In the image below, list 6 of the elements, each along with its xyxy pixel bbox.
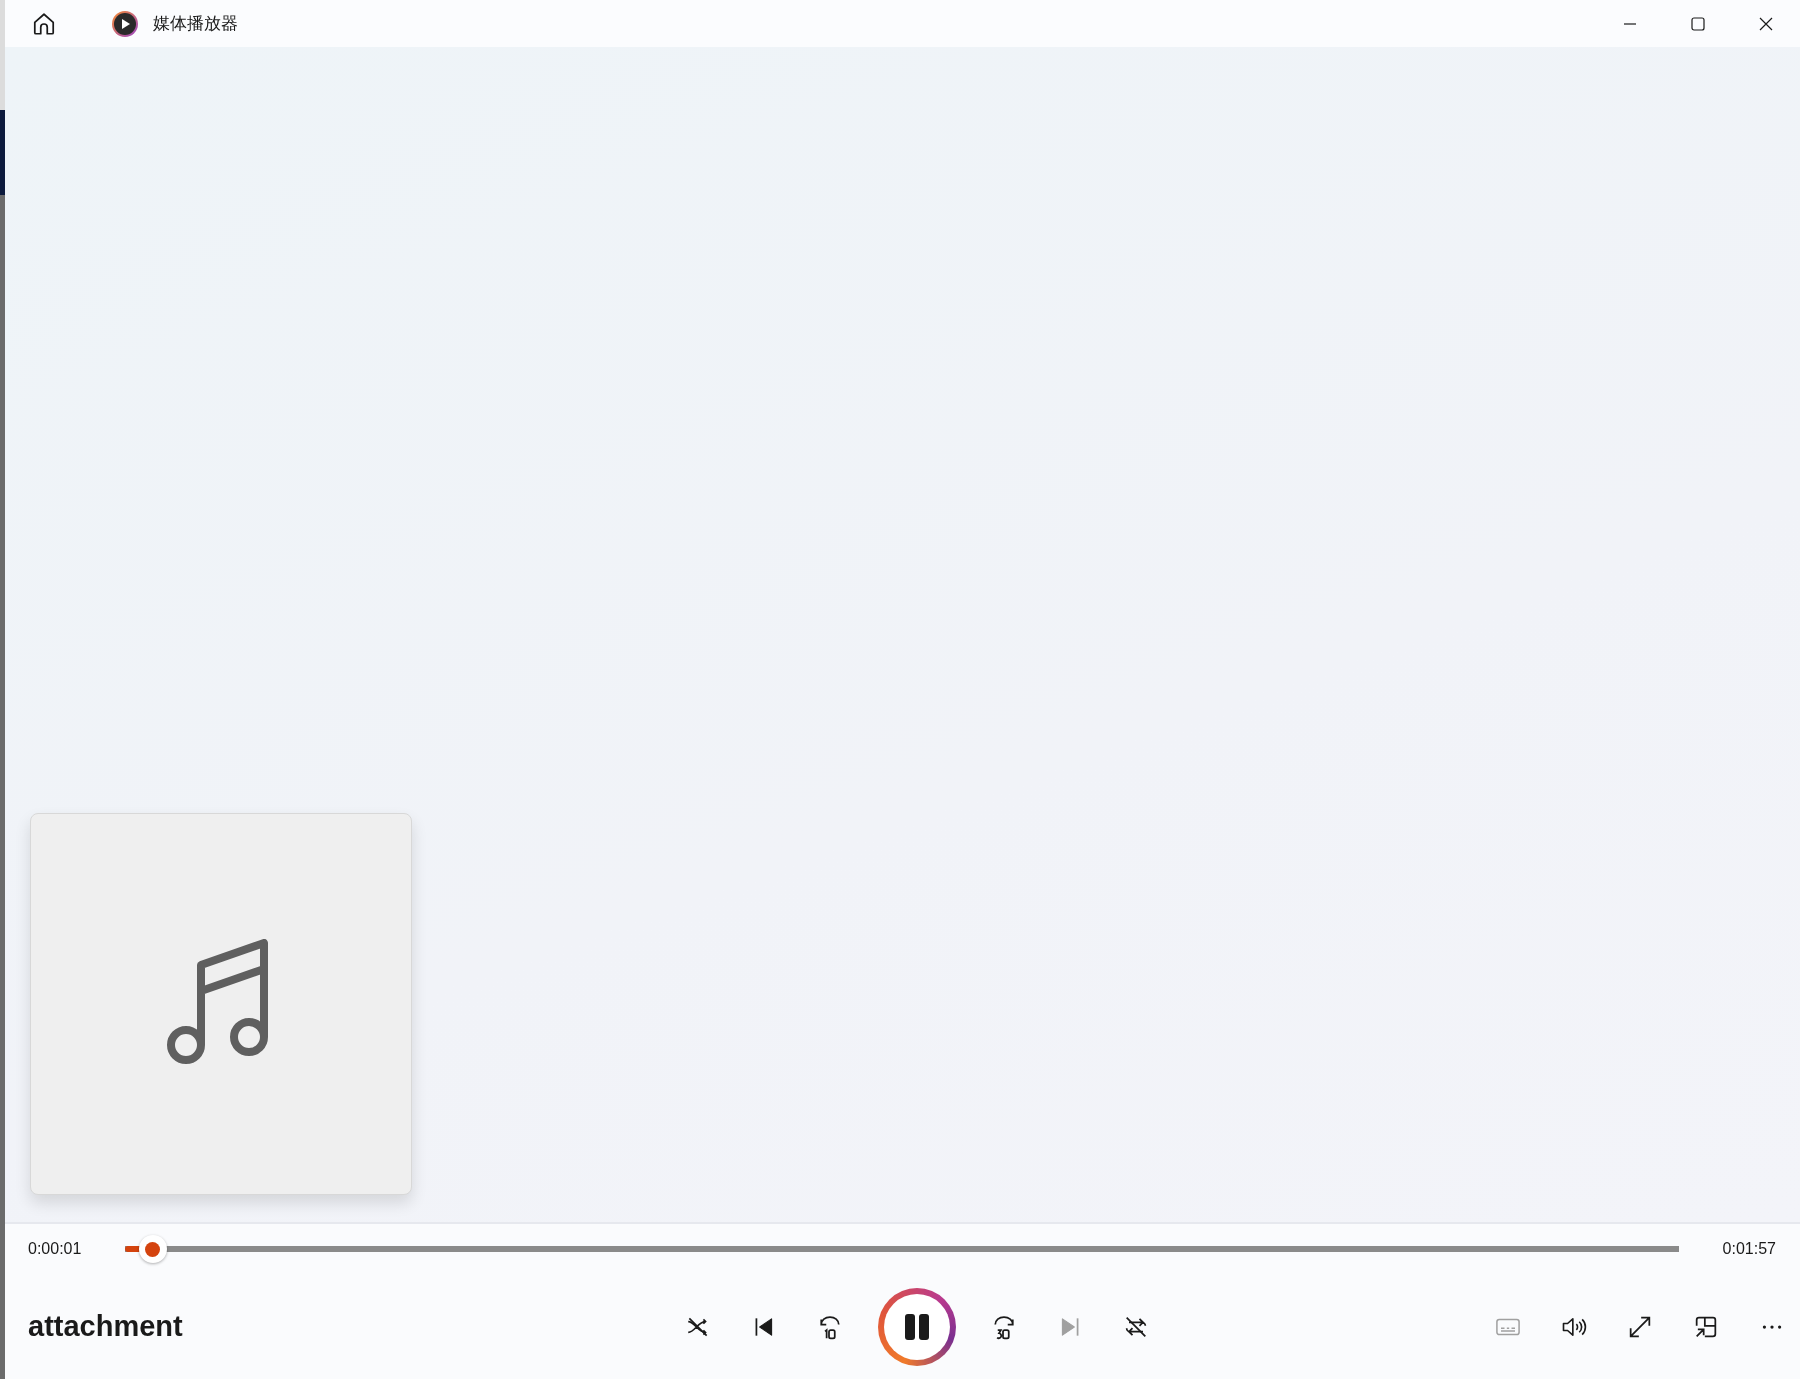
progress-thumb[interactable] [138,1235,167,1263]
elapsed-time: 0:00:01 [28,1239,83,1259]
total-duration: 0:01:57 [1721,1239,1776,1259]
window-title: 媒体播放器 [153,12,238,35]
track-title: attachment [28,1308,184,1344]
app-logo-icon [111,9,139,38]
